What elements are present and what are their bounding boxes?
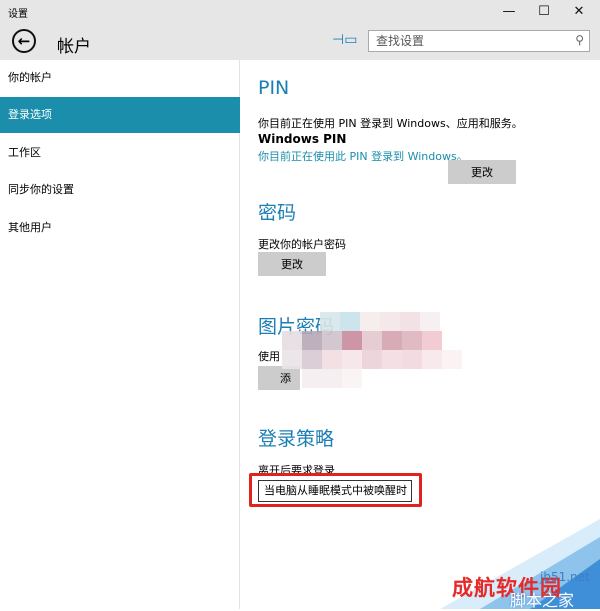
pin-to-start-icon[interactable]: ⊣▭ <box>332 32 357 48</box>
pin-section-title: PIN <box>258 77 290 99</box>
password-description: 更改你的帐户密码 <box>258 238 346 251</box>
sidebar-item-sign-in-options[interactable]: 登录选项 <box>0 97 240 133</box>
search-icon[interactable]: ⚲ <box>575 33 584 47</box>
sidebar-item-workplace[interactable]: 工作区 <box>0 135 240 171</box>
back-arrow-icon[interactable]: ← <box>12 29 36 53</box>
picture-password-description: 使用 <box>258 350 280 363</box>
search-box[interactable]: ⚲ <box>368 30 590 52</box>
password-section-title: 密码 <box>258 202 297 224</box>
page-title: 帐户 <box>57 37 91 57</box>
mosaic-blur-overlay <box>282 312 462 388</box>
red-highlight-frame <box>249 473 422 507</box>
watermark-brand-cn2: 脚本之家 <box>510 591 575 610</box>
search-input[interactable] <box>369 31 572 51</box>
pin-description: 你目前正在使用 PIN 登录到 Windows、应用和服务。 <box>258 117 523 130</box>
title-bar: 设置 — ☐ ✕ <box>0 0 600 22</box>
pin-status-link[interactable]: 你目前正在使用此 PIN 登录到 Windows。 <box>258 148 468 164</box>
sign-in-policy-section-title: 登录策略 <box>258 428 335 450</box>
sidebar-item-other-users[interactable]: 其他用户 <box>0 210 240 246</box>
close-button[interactable]: ✕ <box>562 0 596 22</box>
sidebar: 你的帐户 登录选项 工作区 同步你的设置 其他用户 <box>0 60 240 609</box>
watermark-url: jb51.net <box>540 570 590 584</box>
maximize-button[interactable]: ☐ <box>527 0 561 22</box>
password-change-button[interactable]: 更改 <box>258 252 326 276</box>
sidebar-item-sync-settings[interactable]: 同步你的设置 <box>0 172 240 208</box>
window-title: 设置 <box>8 9 28 20</box>
minimize-button[interactable]: — <box>492 0 526 22</box>
windows-pin-heading: Windows PIN <box>258 132 347 146</box>
pin-change-button[interactable]: 更改 <box>448 160 516 184</box>
sidebar-item-your-account[interactable]: 你的帐户 <box>0 60 240 96</box>
